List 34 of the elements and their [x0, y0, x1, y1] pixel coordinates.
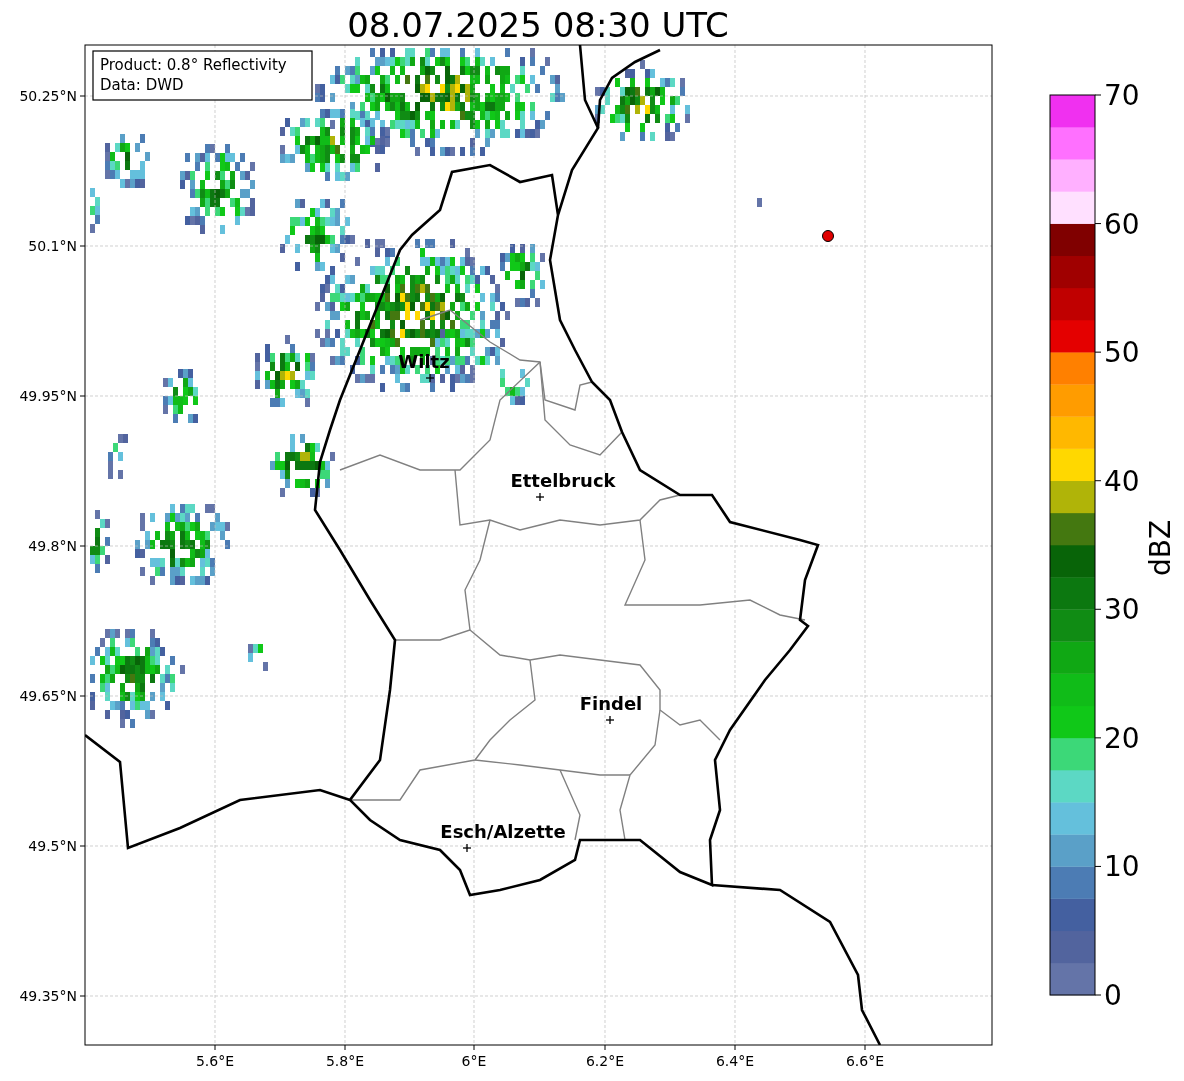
longitude-label: 5.8°E [325, 1053, 365, 1069]
city-marker-icon [605, 715, 615, 725]
longitude-label: 6°E [461, 1053, 487, 1069]
longitude-label: 6.2°E [585, 1053, 625, 1069]
latitude-label: 49.95°N [19, 388, 77, 404]
radar-site-dot [822, 230, 834, 242]
colorbar-tick-label: 40 [1104, 464, 1140, 498]
colorbar-tick-label: 20 [1104, 721, 1140, 755]
city-label: Esch/Alzette [440, 821, 566, 842]
longitude-label: 6.4°E [715, 1053, 755, 1069]
colorbar-label: dBZ [1144, 519, 1177, 577]
colorbar-tick-label: 70 [1104, 79, 1140, 112]
city-label: Ettelbruck [510, 470, 616, 491]
longitude-label: 6.6°E [845, 1053, 885, 1069]
latitude-label: 50.25°N [19, 88, 77, 104]
city-marker-icon [535, 492, 545, 502]
city-marker-icon [462, 843, 472, 853]
latitude-label: 50.1°N [28, 238, 77, 254]
colorbar-tick-label: 50 [1104, 336, 1140, 370]
city-label: Findel [579, 693, 643, 714]
latitude-label: 49.65°N [19, 688, 77, 704]
latitude-label: 49.35°N [19, 988, 77, 1004]
info-text: Product: 0.8° Reflectivity [100, 56, 287, 74]
chart-title: 08.07.2025 08:30 UTC [347, 5, 729, 45]
colorbar-tick-label: 10 [1104, 850, 1140, 884]
colorbar-tick-label: 0 [1104, 979, 1122, 1012]
latitude-label: 49.5°N [28, 838, 77, 854]
colorbar-tick-label: 30 [1104, 593, 1140, 627]
colorbar-tick-label: 60 [1104, 207, 1140, 241]
latitude-label: 49.8°N [28, 538, 77, 554]
city-label: Wiltz [398, 351, 450, 372]
city-marker-icon [425, 373, 435, 383]
longitude-label: 5.6°E [195, 1053, 235, 1069]
info-text: Data: DWD [100, 76, 184, 94]
